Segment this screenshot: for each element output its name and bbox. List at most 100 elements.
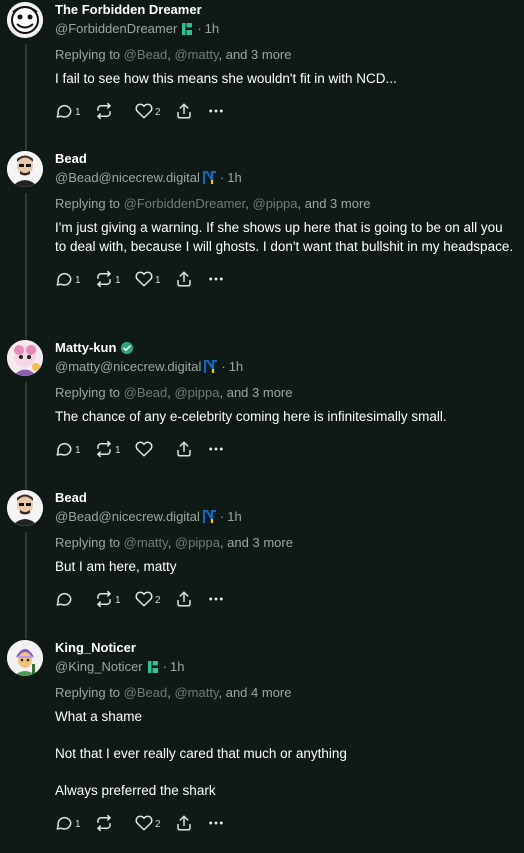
mention-link[interactable]: @Bead — [124, 47, 168, 62]
reblog-icon — [95, 102, 113, 123]
display-name-text[interactable]: Matty-kun — [55, 340, 116, 356]
mention-link[interactable]: @pippa — [253, 196, 298, 211]
reply-icon — [55, 590, 73, 611]
reply-count: 1 — [75, 444, 81, 456]
post-timestamp[interactable]: 1h — [205, 21, 219, 37]
display-name-text[interactable]: Bead — [55, 151, 87, 167]
reblog-button[interactable]: 1 — [95, 590, 121, 611]
mention-link[interactable]: @Bead — [124, 685, 168, 700]
display-name[interactable]: Bead — [55, 151, 514, 167]
post-timestamp[interactable]: 1h — [227, 509, 241, 525]
display-name-text[interactable]: King_Noticer — [55, 640, 136, 656]
share-button[interactable] — [175, 590, 193, 611]
mention-link[interactable]: @ForbiddenDreamer — [124, 196, 246, 211]
thread-feed: The Forbidden Dreamer @ForbiddenDreamer … — [0, 0, 524, 853]
display-name[interactable]: King_Noticer — [55, 640, 514, 656]
mention-link[interactable]: @matty — [174, 685, 218, 700]
avatar[interactable] — [7, 340, 43, 376]
reblog-button[interactable]: 1 — [95, 270, 121, 291]
avatar[interactable] — [7, 2, 43, 38]
like-button[interactable]: 1 — [135, 270, 161, 291]
post-paragraph: The chance of any e-celebrity coming her… — [55, 409, 447, 424]
handle-row: @King_Noticer · 1h — [55, 659, 514, 675]
display-name[interactable]: The Forbidden Dreamer — [55, 2, 514, 18]
mention-link[interactable]: @matty — [174, 47, 218, 62]
more-button[interactable] — [207, 270, 225, 291]
replying-prefix: Replying to — [55, 385, 121, 400]
post-content: But I am here, matty — [55, 557, 514, 576]
reply-count: 1 — [75, 274, 81, 286]
post-timestamp[interactable]: 1h — [227, 170, 241, 186]
nicecrew-icon — [202, 170, 217, 185]
display-name-text[interactable]: The Forbidden Dreamer — [55, 2, 202, 18]
more-button[interactable] — [207, 814, 225, 835]
account-handle[interactable]: @ForbiddenDreamer — [55, 21, 177, 37]
account-handle[interactable]: @Bead@nicecrew.digital — [55, 170, 200, 186]
more-button[interactable] — [207, 102, 225, 123]
reply-count: 1 — [75, 106, 81, 118]
share-button[interactable] — [175, 440, 193, 461]
post-content: I'm just giving a warning. If she shows … — [55, 218, 514, 256]
status-post[interactable]: King_Noticer @King_Noticer · 1h Replying… — [0, 640, 524, 853]
reblog-button[interactable] — [95, 814, 121, 835]
handle-row: @matty@nicecrew.digital · 1h — [55, 359, 514, 375]
status-post[interactable]: Bead @Bead@nicecrew.digital · 1h Replyin… — [0, 151, 524, 340]
more-dots-icon — [207, 440, 225, 461]
dot-separator: · — [197, 21, 202, 36]
reply-button[interactable]: 1 — [55, 102, 81, 123]
more-button[interactable] — [207, 440, 225, 461]
reply-icon — [55, 102, 73, 123]
display-name-text[interactable]: Bead — [55, 490, 87, 506]
reblog-button[interactable] — [95, 102, 121, 123]
dot-separator: · — [219, 170, 225, 185]
replying-prefix: Replying to — [55, 535, 121, 550]
share-icon — [175, 814, 193, 835]
verified-badge-icon — [120, 341, 134, 355]
post-timestamp[interactable]: 1h — [170, 659, 184, 675]
mention-link[interactable]: @Bead — [124, 385, 168, 400]
replying-more-link[interactable]: and 3 more — [227, 535, 293, 550]
avatar[interactable] — [7, 151, 43, 187]
share-icon — [175, 270, 193, 291]
share-button[interactable] — [175, 102, 193, 123]
share-icon — [175, 440, 193, 461]
heart-icon — [135, 102, 153, 123]
like-button[interactable]: 2 — [135, 590, 161, 611]
replying-more-link[interactable]: and 3 more — [305, 196, 371, 211]
post-content: What a shame Not that I ever really cared… — [55, 707, 514, 800]
status-post[interactable]: The Forbidden Dreamer @ForbiddenDreamer … — [0, 2, 524, 153]
replying-more-link[interactable]: and 3 more — [226, 47, 292, 62]
replying-more-link[interactable]: and 4 more — [226, 685, 292, 700]
avatar[interactable] — [7, 490, 43, 526]
avatar[interactable] — [7, 640, 43, 676]
mention-link[interactable]: @matty — [124, 535, 168, 550]
status-post[interactable]: Matty-kun @matty@nicecrew.digital · 1h R… — [0, 340, 524, 490]
mention-link[interactable]: @pippa — [174, 385, 219, 400]
like-button[interactable]: 2 — [135, 102, 161, 123]
reply-button[interactable]: 1 — [55, 270, 81, 291]
post-timestamp[interactable]: 1h — [229, 359, 243, 375]
reply-button[interactable]: 1 — [55, 440, 81, 461]
reblog-icon — [95, 270, 113, 291]
display-name[interactable]: Bead — [55, 490, 514, 506]
account-handle[interactable]: @King_Noticer — [55, 659, 143, 675]
post-paragraph: Always preferred the shark — [55, 783, 216, 798]
like-button[interactable] — [135, 440, 161, 461]
post-actions: 1 1 1 — [55, 270, 514, 290]
reply-button[interactable]: 1 — [55, 814, 81, 835]
like-button[interactable]: 2 — [135, 814, 161, 835]
share-button[interactable] — [175, 270, 193, 291]
post-paragraph: I'm just giving a warning. If she shows … — [55, 220, 514, 254]
reply-button[interactable] — [55, 590, 81, 611]
share-button[interactable] — [175, 814, 193, 835]
display-name[interactable]: Matty-kun — [55, 340, 514, 356]
mention-link[interactable]: @pippa — [175, 535, 220, 550]
status-post[interactable]: Bead @Bead@nicecrew.digital · 1h Replyin… — [0, 490, 524, 640]
reblog-button[interactable]: 1 — [95, 440, 121, 461]
replying-to: Replying to @Bead, @pippa, and 3 more — [55, 385, 293, 400]
more-button[interactable] — [207, 590, 225, 611]
more-dots-icon — [207, 270, 225, 291]
account-handle[interactable]: @Bead@nicecrew.digital — [55, 509, 200, 525]
replying-more-link[interactable]: and 3 more — [227, 385, 293, 400]
account-handle[interactable]: @matty@nicecrew.digital — [55, 359, 201, 375]
